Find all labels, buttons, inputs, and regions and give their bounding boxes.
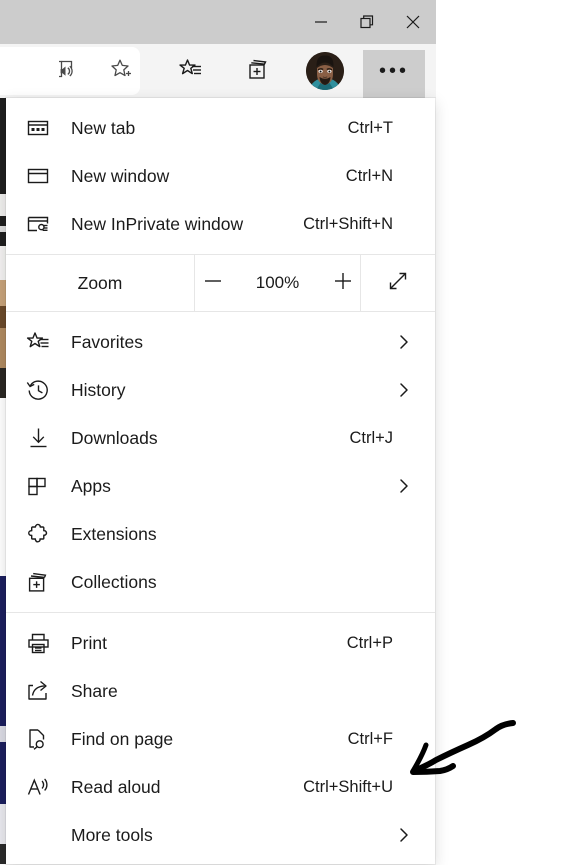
read-aloud-toolbar-button[interactable] (44, 50, 88, 92)
minimize-icon (311, 12, 331, 32)
profile-button[interactable] (303, 50, 347, 92)
menu-group-tools: Print Ctrl+P Share Find on page Ctrl+F Read a… (6, 613, 435, 865)
plus-icon (331, 269, 355, 298)
menu-item-shortcut: Ctrl+N (345, 166, 393, 185)
inprivate-icon (24, 210, 52, 238)
menu-item-label: More tools (71, 824, 153, 845)
close-icon (402, 11, 424, 33)
collections-icon (244, 55, 272, 88)
menu-item-read-aloud[interactable]: Read aloud Ctrl+Shift+U (6, 763, 435, 811)
zoom-in-button[interactable] (327, 267, 359, 299)
menu-item-shortcut: Ctrl+T (347, 118, 393, 137)
fullscreen-icon (385, 268, 411, 299)
apps-icon (24, 472, 52, 500)
zoom-controls: 100% (194, 255, 361, 311)
menu-item-apps[interactable]: Apps (6, 462, 435, 510)
menu-item-history[interactable]: History (6, 366, 435, 414)
new-tab-icon (24, 114, 52, 142)
menu-item-label: Extensions (71, 523, 157, 544)
print-icon (24, 629, 52, 657)
new-window-icon (24, 162, 52, 190)
favorites-list-button[interactable] (169, 50, 213, 92)
menu-group-new: New tab Ctrl+T New window Ctrl+N New InPriva… (6, 98, 435, 254)
menu-item-favorites[interactable]: Favorites (6, 318, 435, 366)
menu-item-shortcut: Ctrl+P (346, 633, 393, 652)
menu-group-browse: Favorites History Downloads Ctrl+J Apps Exten… (6, 312, 435, 612)
avatar (306, 52, 344, 90)
menu-item-label: Downloads (71, 427, 158, 448)
read-aloud-icon (53, 56, 79, 87)
menu-item-find-on-page[interactable]: Find on page Ctrl+F (6, 715, 435, 763)
menu-item-label: Apps (71, 475, 111, 496)
menu-item-share[interactable]: Share (6, 667, 435, 715)
star-plus-icon (108, 56, 134, 87)
menu-item-label: Read aloud (71, 776, 161, 797)
minimize-button[interactable] (298, 0, 344, 44)
zoom-label: Zoom (77, 272, 123, 293)
menu-item-label: History (71, 379, 126, 400)
zoom-row: Zoom 100% (6, 254, 435, 312)
menu-item-label: Share (71, 680, 118, 701)
chevron-right-icon (395, 333, 413, 351)
menu-item-collections[interactable]: Collections (6, 558, 435, 606)
menu-item-downloads[interactable]: Downloads Ctrl+J (6, 414, 435, 462)
collections-toolbar-button[interactable] (236, 50, 280, 92)
menu-item-shortcut: Ctrl+Shift+N (303, 214, 393, 233)
menu-item-shortcut: Ctrl+F (347, 729, 393, 748)
menu-item-print[interactable]: Print Ctrl+P (6, 619, 435, 667)
extensions-icon (24, 520, 52, 548)
menu-item-more-tools[interactable]: More tools (6, 811, 435, 859)
chevron-right-icon (395, 477, 413, 495)
chevron-right-icon (395, 381, 413, 399)
downloads-icon (24, 424, 52, 452)
menu-item-label: Favorites (71, 331, 143, 352)
star-list-icon (177, 55, 205, 88)
menu-item-new-tab[interactable]: New tab Ctrl+T (6, 104, 435, 152)
collections-icon (24, 568, 52, 596)
find-icon (24, 725, 52, 753)
window-titlebar (0, 0, 436, 44)
menu-item-label: Find on page (71, 728, 174, 749)
browser-toolbar: ••• (0, 44, 436, 98)
menu-item-extensions[interactable]: Extensions (6, 510, 435, 558)
menu-item-new-inprivate-window[interactable]: New InPrivate window Ctrl+Shift+N (6, 200, 435, 248)
menu-item-label: New InPrivate window (71, 213, 244, 234)
no-icon (24, 821, 52, 849)
close-button[interactable] (390, 0, 436, 44)
read-aloud-icon (24, 773, 52, 801)
restore-icon (357, 12, 377, 32)
minus-icon (201, 269, 225, 298)
zoom-level-value: 100% (255, 273, 300, 292)
restore-button[interactable] (344, 0, 390, 44)
menu-item-label: Collections (71, 571, 157, 592)
favorites-icon (24, 328, 52, 356)
ellipsis-icon: ••• (378, 60, 409, 82)
share-icon (24, 677, 52, 705)
settings-and-more-button[interactable]: ••• (363, 50, 425, 98)
chevron-right-icon (395, 826, 413, 844)
fullscreen-button[interactable] (361, 255, 435, 311)
menu-item-label: Print (71, 632, 107, 653)
settings-and-more-menu: New tab Ctrl+T New window Ctrl+N New InPriva… (6, 98, 435, 864)
zoom-out-button[interactable] (197, 267, 229, 299)
history-icon (24, 376, 52, 404)
menu-item-shortcut: Ctrl+Shift+U (303, 777, 393, 796)
menu-item-label: New window (71, 165, 170, 186)
menu-item-new-window[interactable]: New window Ctrl+N (6, 152, 435, 200)
menu-item-label: New tab (71, 117, 136, 138)
add-favorite-button[interactable] (99, 50, 143, 92)
menu-item-shortcut: Ctrl+J (349, 428, 393, 447)
